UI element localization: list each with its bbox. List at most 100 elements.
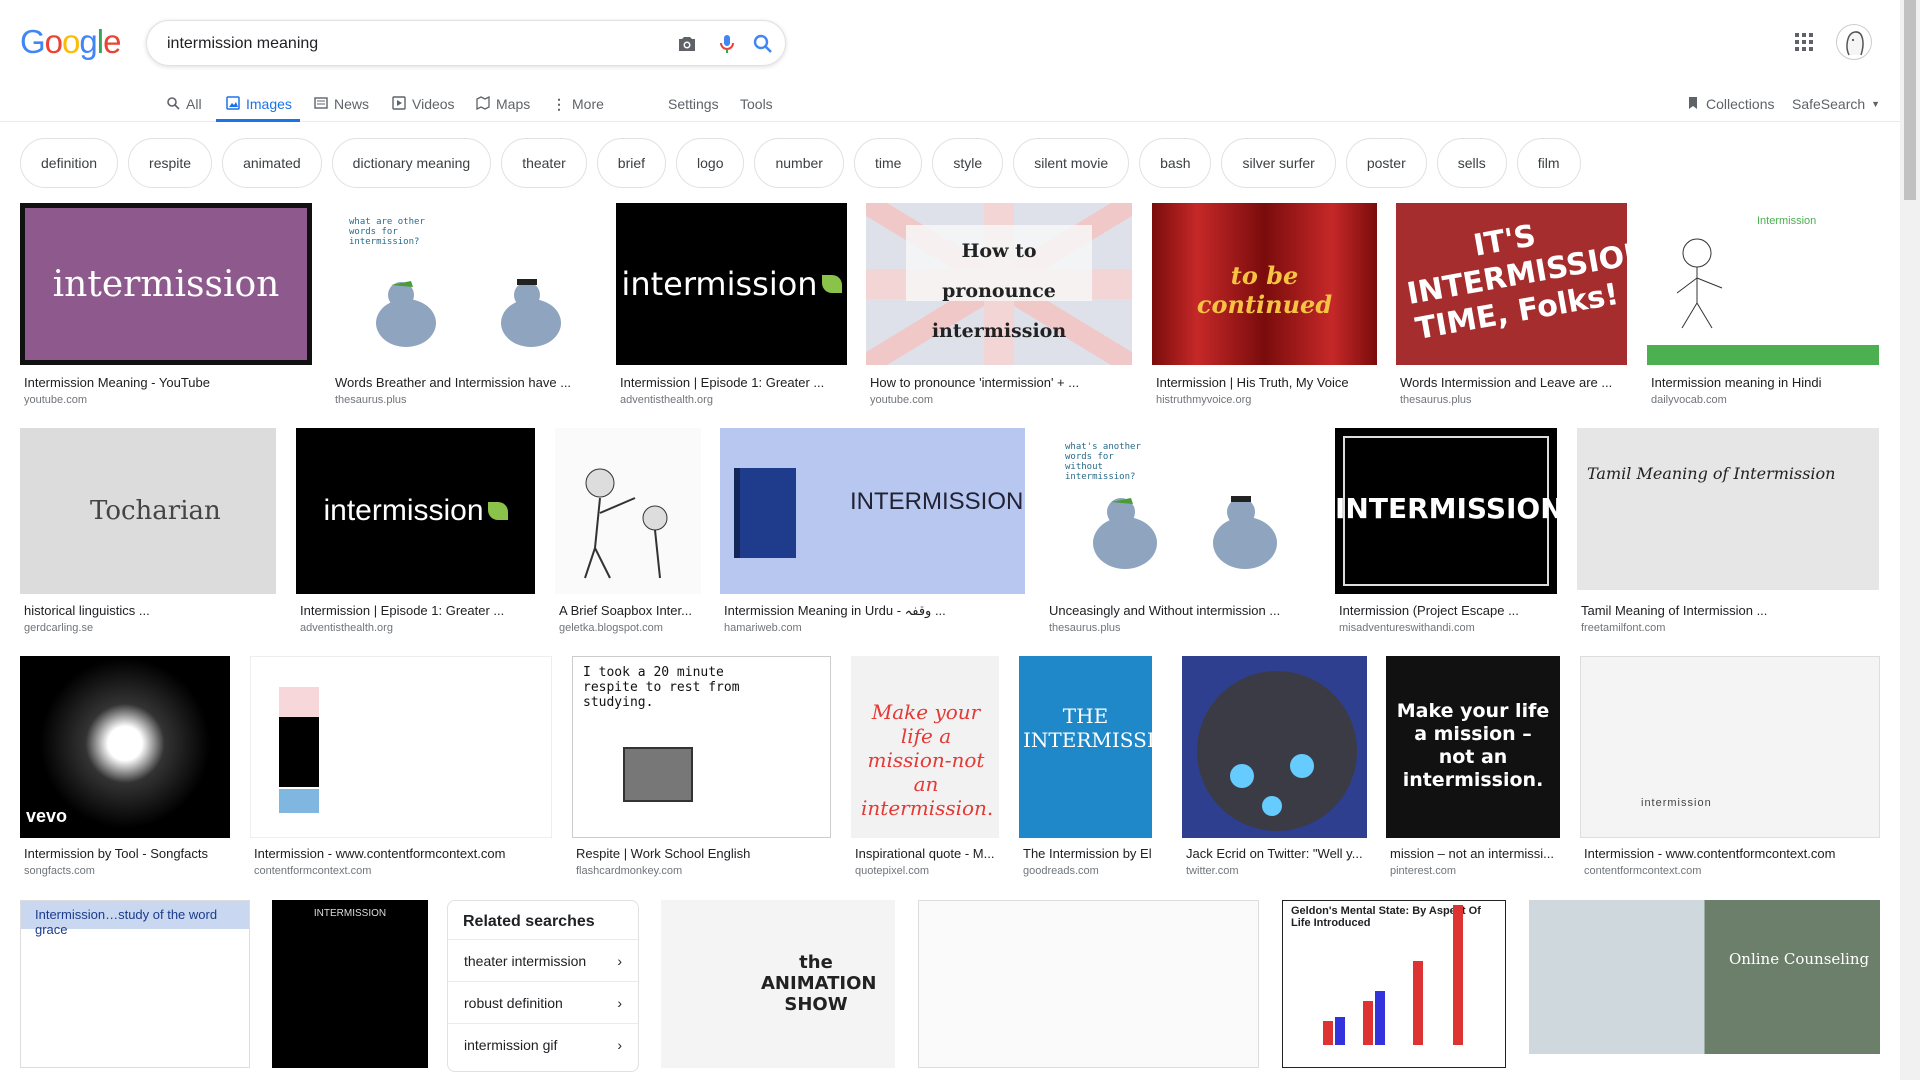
search-box	[146, 20, 786, 66]
image-result[interactable]: Jack Ecrid on Twitter: "Well y... twitte…	[1182, 656, 1367, 882]
tab-news[interactable]: News	[314, 90, 369, 122]
image-result[interactable]: intermission Intermission | Episode 1: G…	[296, 428, 535, 638]
image-result[interactable]: intermission Intermission | Episode 1: G…	[616, 203, 847, 406]
tab-tools[interactable]: Tools	[740, 90, 773, 122]
result-thumbnail	[1182, 656, 1367, 838]
result-thumbnail: intermission	[1580, 656, 1880, 838]
image-result[interactable]: Intermission…study of the word grace	[20, 900, 250, 1080]
search-icon[interactable]	[751, 32, 775, 56]
result-thumbnail: Intermission	[1647, 203, 1879, 365]
image-result[interactable]: INTERMISSION Intermission Meaning in Urd…	[720, 428, 1025, 638]
microphone-icon[interactable]	[715, 32, 739, 56]
tab-images[interactable]: Images	[216, 90, 300, 122]
leaf-icon	[487, 502, 508, 520]
image-result[interactable]: How to pronounce intermission How to pro…	[866, 203, 1132, 406]
google-logo[interactable]: Google	[20, 24, 121, 60]
image-result[interactable]: what are other words for intermission? W…	[331, 203, 597, 406]
chip-silent-movie[interactable]: silent movie	[1013, 138, 1130, 188]
image-result[interactable]	[918, 900, 1259, 1080]
result-thumbnail	[918, 900, 1259, 1068]
result-thumbnail: Tocharian	[20, 428, 276, 594]
related-search-item[interactable]: theater intermission ›	[448, 939, 638, 981]
image-result[interactable]: Make your life a mission-not an intermis…	[851, 656, 999, 882]
chip-theater[interactable]: theater	[501, 138, 587, 188]
image-result[interactable]: THE INTERMISSION The Intermission by El.…	[1019, 656, 1152, 882]
chip-bash[interactable]: bash	[1139, 138, 1212, 188]
related-searches-panel: Related searches theater intermission › r…	[447, 900, 639, 1072]
image-result[interactable]: INTERMISSION	[272, 900, 428, 1080]
search-tabs: All Images News Videos Maps ⋮ More Setti…	[0, 84, 1900, 122]
leaf-icon	[821, 275, 842, 293]
chip-number[interactable]: number	[754, 138, 844, 188]
chip-brief[interactable]: brief	[596, 138, 667, 188]
chip-silver-surfer[interactable]: silver surfer	[1221, 138, 1336, 188]
image-result[interactable]: Intermission Intermission meaning in Hin…	[1647, 203, 1879, 406]
result-thumbnail: to be continued	[1152, 203, 1377, 365]
chevron-right-icon: ›	[617, 1036, 622, 1053]
chip-time[interactable]: time	[853, 138, 923, 188]
camera-icon[interactable]	[675, 32, 699, 56]
result-thumbnail: INTERMISSION	[720, 428, 1025, 594]
result-thumbnail: Online Counseling	[1529, 900, 1880, 1054]
tab-videos[interactable]: Videos	[392, 90, 455, 122]
chip-film[interactable]: film	[1516, 138, 1581, 188]
avatar[interactable]	[1836, 24, 1872, 60]
safesearch-dropdown[interactable]: SafeSearch ▼	[1792, 90, 1880, 122]
image-result[interactable]: Tocharian historical linguistics ... ger…	[20, 428, 276, 638]
apps-grid-icon[interactable]	[1794, 32, 1814, 52]
image-result[interactable]: intermission Intermission Meaning - YouT…	[20, 203, 312, 406]
chevron-down-icon: ▼	[1871, 99, 1881, 109]
header: Google	[0, 0, 1900, 88]
result-thumbnail: intermission	[296, 428, 535, 594]
chevron-right-icon: ›	[617, 952, 622, 969]
collections-link[interactable]: Collections	[1686, 90, 1774, 122]
related-search-item[interactable]: robust definition ›	[448, 981, 638, 1023]
search-input[interactable]	[167, 31, 627, 57]
result-thumbnail: Intermission…study of the word grace	[20, 900, 250, 1068]
image-icon	[226, 96, 240, 110]
chip-animated[interactable]: animated	[222, 138, 322, 188]
image-result[interactable]: the ANIMATION SHOW	[661, 900, 895, 1080]
result-thumbnail: vevo	[20, 656, 230, 838]
scrollbar[interactable]	[1900, 0, 1920, 1080]
scrollbar-thumb[interactable]	[1904, 0, 1916, 200]
related-search-item[interactable]: intermission gif ›	[448, 1023, 638, 1065]
result-thumbnail: Tamil Meaning of Intermission	[1577, 428, 1879, 590]
image-result[interactable]: I took a 20 minute respite to rest from …	[572, 656, 831, 882]
image-result[interactable]: intermission Intermission - www.contentf…	[1580, 656, 1880, 882]
search-icon	[166, 96, 180, 110]
image-result[interactable]: Tamil Meaning of Intermission Tamil Mean…	[1577, 428, 1879, 638]
result-thumbnail: INTERMISSION	[272, 900, 428, 1068]
result-thumbnail: what's another words for without intermi…	[1045, 428, 1315, 594]
image-result[interactable]: Online Counseling	[1529, 900, 1880, 1080]
image-result[interactable]: A Brief Soapbox Inter... geletka.blogspo…	[555, 428, 701, 638]
image-result[interactable]: what's another words for without intermi…	[1045, 428, 1315, 638]
result-thumbnail: Make your life a mission-not an intermis…	[851, 656, 999, 838]
chip-respite[interactable]: respite	[128, 138, 213, 188]
image-result[interactable]: Geldon's Mental State: By Aspect Of Life…	[1282, 900, 1506, 1080]
map-icon	[476, 95, 490, 111]
chip-style[interactable]: style	[932, 138, 1004, 188]
image-result[interactable]: vevo Intermission by Tool - Songfacts so…	[20, 656, 230, 882]
refinement-chips: definition respite animated dictionary m…	[20, 138, 1581, 188]
more-vert-icon: ⋮	[552, 96, 566, 112]
chip-sells[interactable]: sells	[1436, 138, 1507, 188]
result-thumbnail: THE INTERMISSION	[1019, 656, 1152, 838]
result-thumbnail: intermission	[616, 203, 847, 365]
result-thumbnail: IT'S INTERMISSION TIME, Folks!	[1396, 203, 1627, 365]
tab-maps[interactable]: Maps	[476, 90, 530, 122]
chip-definition[interactable]: definition	[20, 138, 119, 188]
chip-poster[interactable]: poster	[1345, 138, 1427, 188]
chip-logo[interactable]: logo	[676, 138, 745, 188]
chip-dictionary-meaning[interactable]: dictionary meaning	[331, 138, 492, 188]
tab-settings[interactable]: Settings	[668, 90, 719, 122]
image-result[interactable]: INTERMISSION Intermission (Project Escap…	[1335, 428, 1557, 638]
image-result[interactable]: Make your life a mission – not an interm…	[1386, 656, 1560, 882]
image-result[interactable]: Intermission - www.contentformcontext.co…	[250, 656, 552, 882]
related-searches-heading: Related searches	[463, 913, 595, 930]
image-result[interactable]: IT'S INTERMISSION TIME, Folks! Words Int…	[1396, 203, 1627, 406]
tab-more[interactable]: ⋮ More	[552, 90, 604, 122]
result-thumbnail: How to pronounce intermission	[866, 203, 1132, 365]
image-result[interactable]: to be continued Intermission | His Truth…	[1152, 203, 1377, 406]
tab-all[interactable]: All	[166, 90, 202, 122]
